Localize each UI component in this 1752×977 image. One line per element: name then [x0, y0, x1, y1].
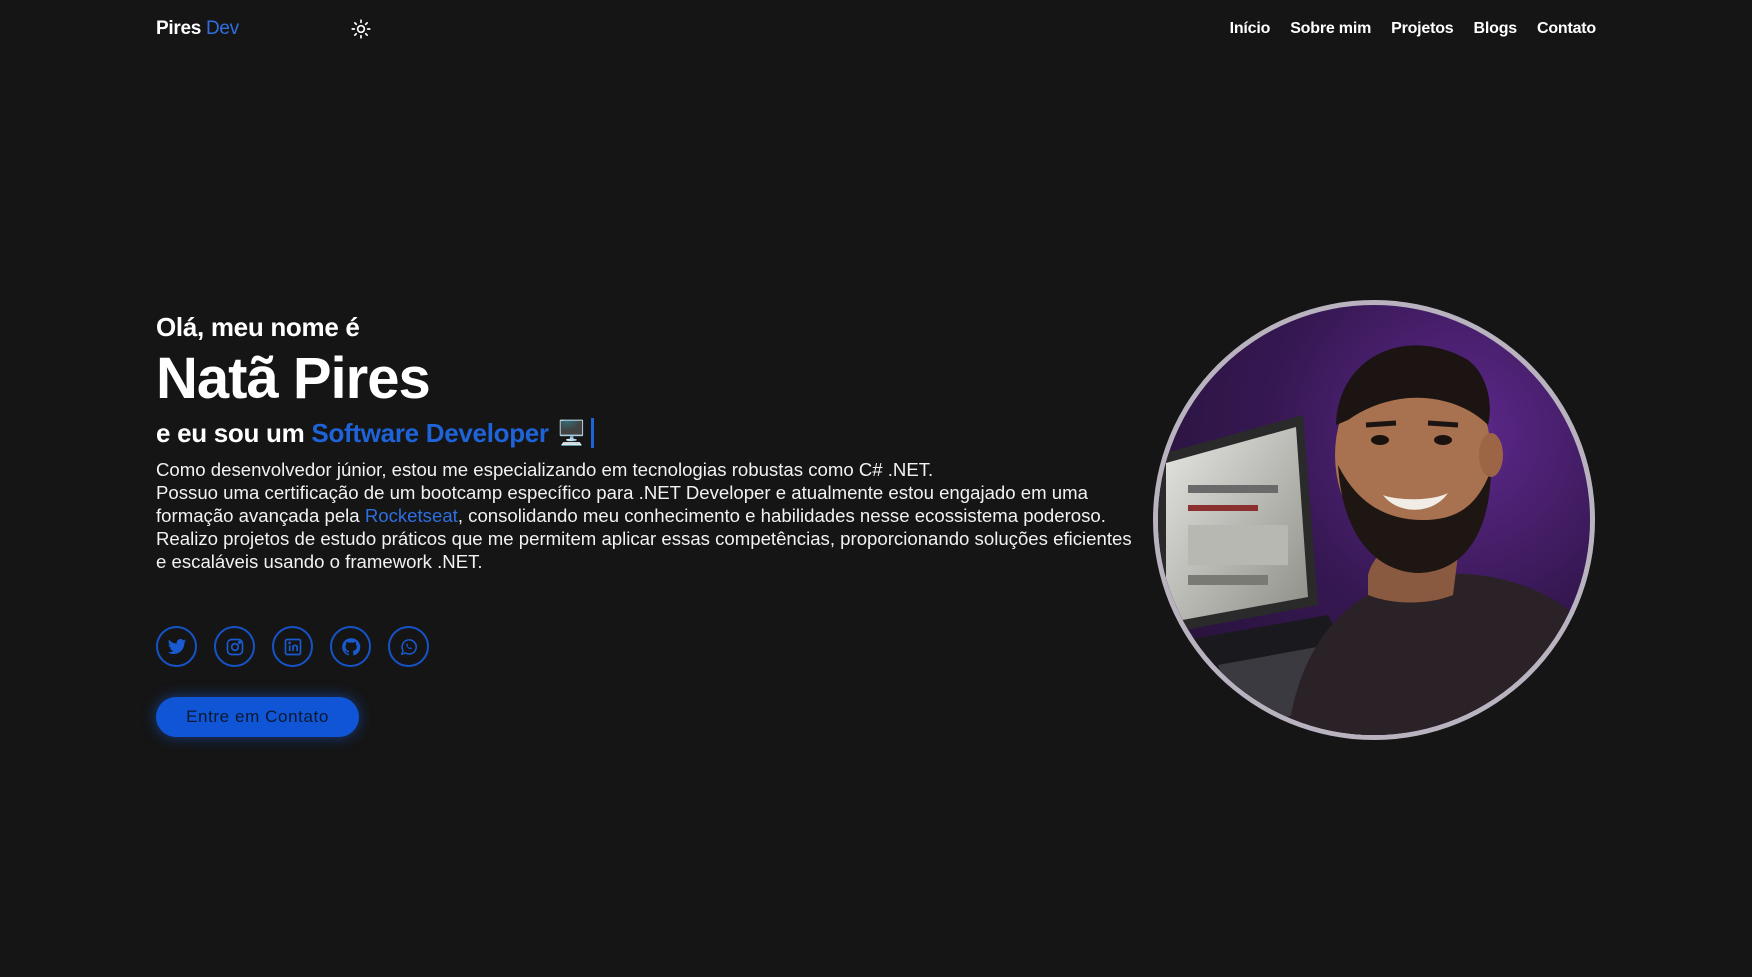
- profile-photo: [1158, 305, 1590, 735]
- nav-link-sobre-mim[interactable]: Sobre mim: [1290, 20, 1371, 38]
- nav-link-contato[interactable]: Contato: [1537, 20, 1596, 38]
- rocketseat-link[interactable]: Rocketseat: [365, 505, 458, 526]
- sun-icon: [351, 19, 371, 39]
- role-prefix: e eu sou um: [156, 417, 305, 448]
- logo-primary: Pires: [156, 18, 201, 39]
- bio-paragraph-2-end: , consolidando meu conhecimento e habili…: [457, 504, 1106, 526]
- role-line: e eu sou um Software Developer 🖥️: [156, 418, 1146, 449]
- instagram-icon: [226, 638, 243, 655]
- header: Pires Dev Início Sobre mim Projetos Blog…: [156, 0, 1596, 58]
- typing-cursor: [591, 418, 595, 449]
- linkedin-icon: [284, 638, 301, 655]
- linkedin-link[interactable]: [272, 626, 313, 667]
- main-nav: Início Sobre mim Projetos Blogs Contato: [1230, 20, 1597, 38]
- instagram-link[interactable]: [214, 626, 255, 667]
- hero-name: Natã Pires: [156, 346, 431, 411]
- whatsapp-link[interactable]: [388, 626, 429, 667]
- twitter-link[interactable]: [156, 626, 197, 667]
- theme-toggle-button[interactable]: [349, 17, 373, 41]
- nav-link-blogs[interactable]: Blogs: [1474, 20, 1518, 38]
- logo-accent: Dev: [205, 18, 239, 39]
- nav-link-inicio[interactable]: Início: [1230, 20, 1271, 38]
- computer-icon: 🖥️: [556, 419, 587, 447]
- avatar: [1153, 300, 1595, 740]
- social-links: [156, 626, 429, 667]
- bio-paragraph-3: Realizo projetos de estudo práticos que …: [156, 527, 1132, 572]
- nav-link-projetos[interactable]: Projetos: [1391, 20, 1454, 38]
- github-icon: [341, 637, 360, 655]
- bio-paragraph-2: Possuo uma certificação de um bootcamp e…: [156, 481, 1146, 527]
- whatsapp-icon: [400, 638, 417, 655]
- contact-button[interactable]: Entre em Contato: [156, 697, 359, 737]
- logo[interactable]: Pires Dev: [156, 18, 239, 40]
- bio: Como desenvolvedor júnior, estou me espe…: [156, 458, 1146, 573]
- page: Pires Dev Início Sobre mim Projetos Blog…: [0, 0, 1752, 977]
- github-link[interactable]: [330, 626, 371, 667]
- greeting: Olá, meu nome é: [156, 312, 360, 342]
- role-title: Software Developer: [311, 417, 549, 448]
- hero-text: Olá, meu nome é Natã Pires e eu sou um S…: [156, 312, 1146, 573]
- twitter-icon: [167, 638, 186, 654]
- bio-paragraph-1: Como desenvolvedor júnior, estou me espe…: [156, 458, 934, 480]
